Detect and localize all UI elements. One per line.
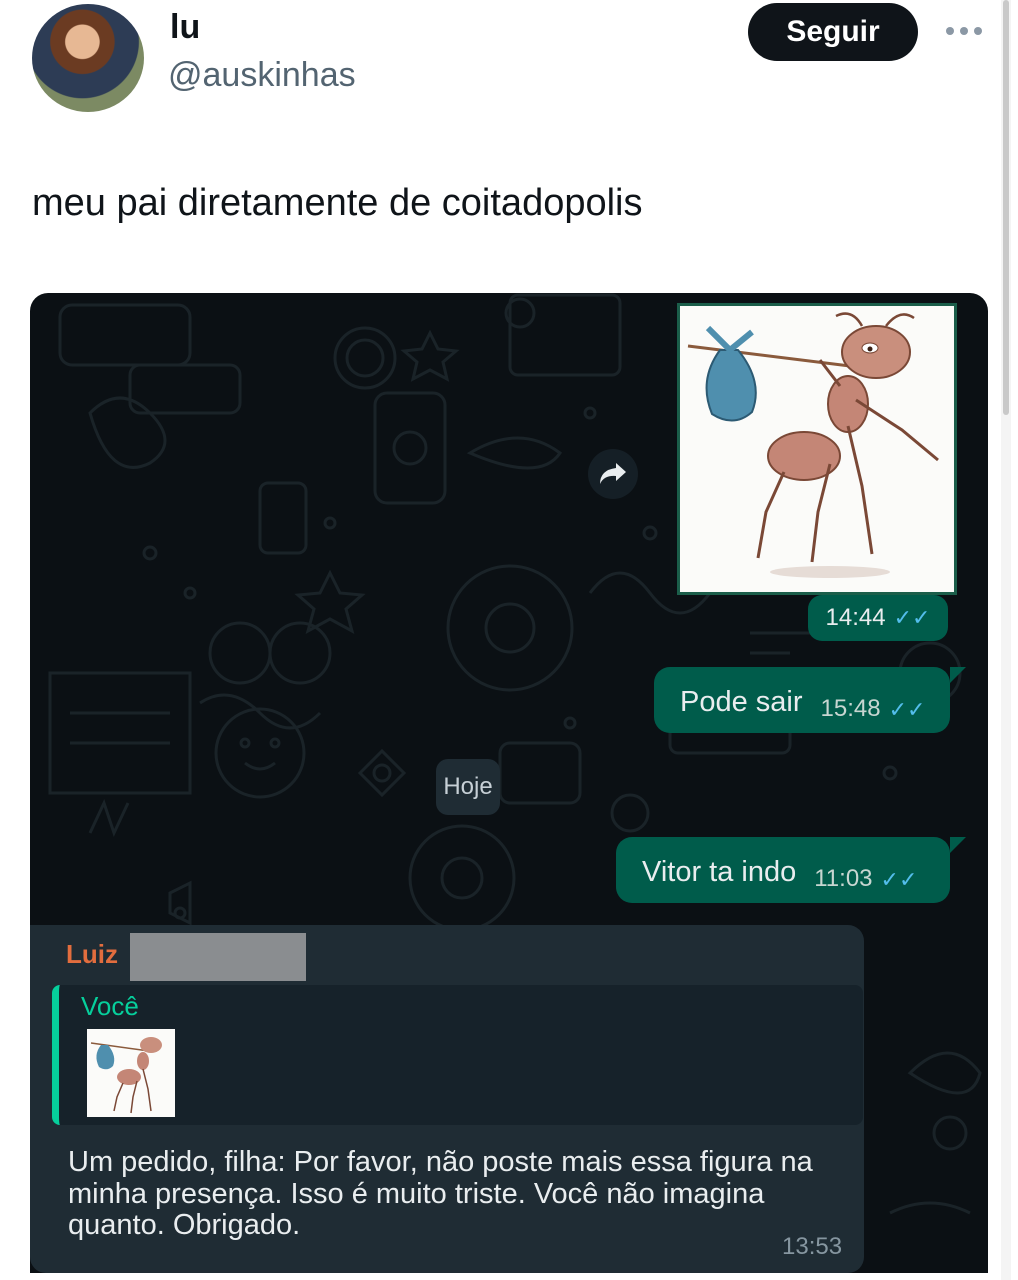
date-separator: Hoje [436,759,500,815]
sender-name: Luiz [66,939,118,969]
sent-text-message[interactable]: Vitor ta indo 11:03 ✓✓ [616,837,950,903]
sent-text-message[interactable]: Pode sair 15:48 ✓✓ [654,667,950,733]
quoted-message[interactable]: Você [52,985,863,1125]
message-text: Vitor ta indo [642,856,797,888]
redacted-surname [130,933,306,981]
read-receipt-icon: ✓✓ [893,605,931,630]
user-handle[interactable]: @auskinhas [168,56,356,95]
chat-screenshot: 14:44 ✓✓ Pode sair 15:48 ✓✓ Hoje Vitor t… [30,293,988,1273]
message-time: 11:03 [814,865,873,892]
display-name[interactable]: lu [170,8,200,47]
read-receipt-icon: ✓✓ [880,867,918,892]
quoted-author: Você [81,991,139,1021]
sent-image-message[interactable] [677,303,957,595]
message-time: 13:53 [782,1233,843,1260]
follow-button[interactable]: Seguir [748,3,918,61]
message-time: 14:44 [825,604,886,631]
bubble-tail [950,667,966,683]
received-reply-message[interactable]: Luiz Você Um pedido, filha: Por favor, n… [30,925,864,1273]
ant-bindle-sticker [680,306,954,592]
quoted-image-thumbnail [87,1029,175,1117]
avatar[interactable] [32,4,144,112]
message-text: Pode sair [680,686,803,718]
message-time: 15:48 [820,695,881,722]
image-message-timestamp: 14:44 ✓✓ [808,595,948,641]
message-text: Um pedido, filha: Por favor, não poste m… [68,1146,813,1242]
forward-icon[interactable] [588,449,638,499]
more-horizontal-icon[interactable] [944,24,984,36]
scrollbar-thumb[interactable] [1003,0,1009,415]
read-receipt-icon: ✓✓ [888,697,926,722]
bubble-tail [950,837,966,853]
tweet-text: meu pai diretamente de coitadopolis [32,182,643,224]
